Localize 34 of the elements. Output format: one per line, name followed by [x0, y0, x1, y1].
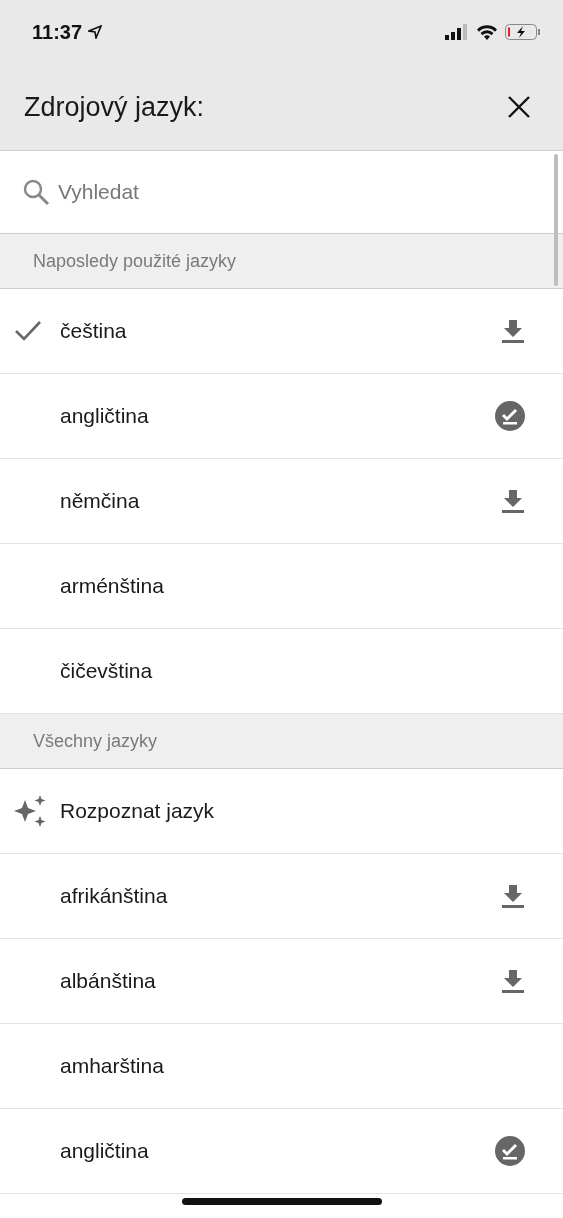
download-icon[interactable] — [501, 318, 525, 344]
language-label: afrikánština — [60, 884, 169, 908]
language-label: arménština — [60, 574, 165, 598]
language-row[interactable]: angličtina — [0, 374, 563, 459]
screen-title: Zdrojový jazyk: — [24, 91, 205, 123]
language-row[interactable]: němčina — [0, 459, 563, 544]
battery-charging-icon — [505, 24, 541, 40]
language-label: angličtina — [60, 1139, 150, 1163]
language-label: čeština — [60, 319, 128, 343]
language-row[interactable]: afrikánština — [0, 854, 563, 939]
sparkle-icon — [14, 794, 48, 828]
language-label: angličtina — [60, 404, 150, 428]
signal-icon — [445, 24, 469, 40]
status-time: 11:37 — [32, 20, 83, 44]
language-label: albánština — [60, 969, 157, 993]
section-header: Všechny jazyky — [0, 714, 563, 769]
search-icon — [22, 178, 50, 206]
download-icon[interactable] — [501, 883, 525, 909]
language-row[interactable]: Rozpoznat jazyk — [0, 769, 563, 854]
wifi-icon — [476, 24, 498, 40]
download-icon[interactable] — [501, 968, 525, 994]
section-header: Naposledy použité jazyky — [0, 234, 563, 289]
language-row[interactable]: arménština — [0, 544, 563, 629]
language-label: amharština — [60, 1054, 165, 1078]
language-label: Rozpoznat jazyk — [60, 799, 216, 823]
location-arrow-icon — [88, 25, 103, 39]
language-row[interactable]: čeština — [0, 289, 563, 374]
language-label: němčina — [60, 489, 141, 513]
language-label: čičevština — [60, 659, 154, 683]
language-row[interactable]: albánština — [0, 939, 563, 1024]
language-row[interactable]: amharština — [0, 1024, 563, 1109]
search-field[interactable]: Vyhledat — [56, 179, 541, 205]
language-row[interactable]: angličtina — [0, 1109, 563, 1194]
download-icon[interactable] — [501, 488, 525, 514]
